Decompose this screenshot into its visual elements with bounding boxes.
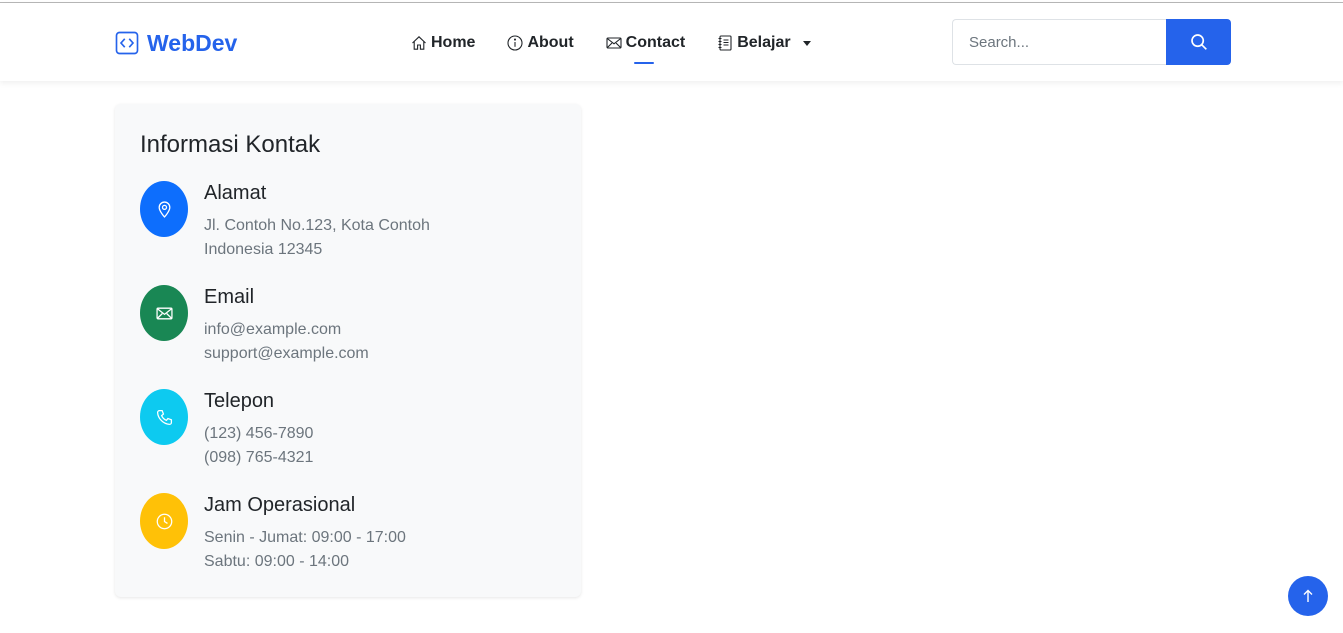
- brand-logo[interactable]: WebDev: [115, 29, 237, 57]
- info-line-address-2: Indonesia 12345: [204, 241, 323, 258]
- info-icon-circle-email: [140, 285, 188, 341]
- clock-icon: [156, 513, 172, 529]
- info-title-address: Alamat: [204, 182, 267, 204]
- geo-alt-icon: [158, 201, 170, 218]
- nav-links: Home About Contact Belajar: [411, 29, 843, 64]
- info-item-address: Alamat Jl. Contoh No.123, Kota Contoh In…: [140, 181, 560, 271]
- info-item-email: Email info@example.com support@example.c…: [140, 285, 560, 375]
- search-form: [952, 19, 1231, 65]
- nav-label-home: Home: [431, 34, 476, 51]
- arrow-up-icon: [1303, 589, 1313, 602]
- info-icon-circle-hours: [140, 493, 188, 549]
- info-circle-icon: [507, 35, 524, 51]
- info-line-email-1: info@example.com: [204, 321, 342, 338]
- brand-name: WebDev: [147, 29, 238, 56]
- envelope-icon: [155, 307, 173, 319]
- house-icon: [412, 36, 426, 50]
- info-title-hours: Jam Operasional: [204, 494, 356, 516]
- nav-label-contact: Contact: [625, 34, 686, 51]
- info-line-hours-1: Senin - Jumat: 09:00 - 17:00: [204, 529, 406, 546]
- code-square-icon: [115, 31, 139, 55]
- info-item-hours: Jam Operasional Senin - Jumat: 09:00 - 1…: [140, 493, 560, 583]
- nav-dropdown-belajar[interactable]: Belajar: [717, 29, 811, 57]
- info-line-phone-2: (098) 765-4321: [204, 449, 314, 466]
- info-line-email-2: support@example.com: [204, 345, 369, 362]
- journal-icon: [718, 35, 732, 51]
- info-line-address-1: Jl. Contoh No.123, Kota Contoh: [204, 217, 430, 234]
- info-icon-circle-address: [140, 181, 188, 237]
- contact-info-card: Informasi Kontak Alamat Jl. Contoh No.12…: [115, 104, 581, 597]
- search-button[interactable]: [1166, 19, 1231, 65]
- nav-link-home[interactable]: Home: [411, 29, 475, 57]
- navbar: WebDev Home About Contact Belajar Search…: [0, 3, 1343, 81]
- info-title-phone: Telepon: [204, 390, 275, 412]
- back-to-top-button[interactable]: [1288, 576, 1328, 616]
- nav-link-contact[interactable]: Contact: [606, 29, 686, 64]
- telephone-icon: [156, 409, 172, 425]
- info-icon-circle-phone: [140, 389, 188, 445]
- chevron-down-icon: [802, 40, 811, 46]
- info-line-hours-2: Sabtu: 09:00 - 14:00: [204, 553, 349, 570]
- card-title: Informasi Kontak: [140, 131, 321, 158]
- info-item-phone: Telepon (123) 456-7890 (098) 765-4321: [140, 389, 560, 479]
- search-icon: [1190, 34, 1207, 50]
- nav-label-about: About: [527, 34, 574, 51]
- search-input[interactable]: [952, 19, 1166, 65]
- envelope-icon: [606, 37, 622, 49]
- info-line-phone-1: (123) 456-7890: [204, 425, 314, 442]
- info-title-email: Email: [204, 286, 255, 308]
- nav-label-belajar: Belajar: [737, 34, 791, 51]
- nav-link-about[interactable]: About: [507, 29, 574, 57]
